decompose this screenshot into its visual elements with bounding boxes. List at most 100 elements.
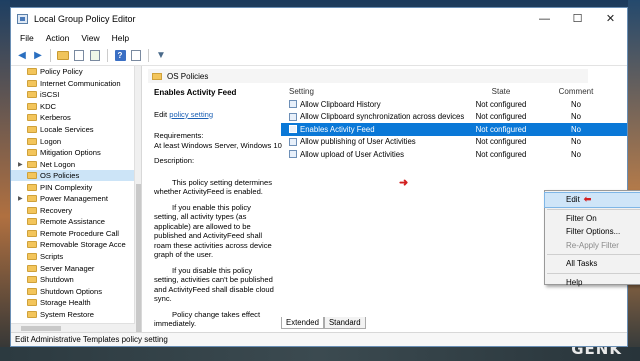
tree-item[interactable]: Internet Communication (11, 78, 135, 90)
tree-vertical-scrollbar[interactable] (134, 66, 141, 332)
status-bar: Edit Administrative Templates policy set… (11, 332, 627, 346)
close-button[interactable]: ✕ (594, 8, 627, 29)
tree-item[interactable]: Recovery (11, 205, 135, 217)
tree-item-label: Policy Policy (40, 67, 83, 77)
menu-item-edit[interactable]: Edit ⬅ (544, 192, 640, 208)
menu-item-filter-on[interactable]: Filter On (545, 212, 640, 226)
filter-icon[interactable]: ▼ (154, 49, 168, 63)
tree-item-label: System Restore (40, 309, 95, 319)
setting-cell: Allow Clipboard History (281, 100, 467, 109)
tree-item[interactable]: Scripts (11, 251, 135, 263)
folder-icon (27, 183, 37, 191)
tree-item[interactable]: Locale Services (11, 124, 135, 136)
tree-item-label: OS Policies (40, 171, 80, 181)
tree-item[interactable]: ▶ Power Management (11, 193, 135, 205)
minimize-button[interactable]: — (528, 8, 561, 29)
tree-item[interactable]: Mitigation Options (11, 147, 135, 159)
desktop-background-bottom (0, 347, 640, 361)
setting-name: Allow Clipboard History (300, 99, 381, 109)
tree-item[interactable]: ▶ Net Logon (11, 158, 135, 170)
tree-item[interactable]: Server Manager (11, 262, 135, 274)
settings-row[interactable]: Allow Clipboard synchronization across d… (281, 111, 627, 124)
tree-item-label: Kerberos (40, 113, 71, 123)
tree-item[interactable]: System Restore (11, 308, 135, 320)
tree-item-label: Net Logon (40, 159, 76, 169)
desktop-background-left (0, 0, 10, 361)
tree-horizontal-scrollbar[interactable] (11, 323, 135, 332)
view-tabs: Extended Standard (281, 317, 366, 329)
tree-item[interactable]: Removable Storage Acce (11, 239, 135, 251)
menu-item-label: Filter Options... (566, 227, 621, 237)
policy-setting-icon (289, 112, 297, 121)
tree-item[interactable]: OS Policies (11, 169, 135, 182)
tree-item[interactable]: PIN Complexity (11, 181, 135, 193)
help-icon[interactable]: ? (113, 49, 127, 63)
state-cell: Not configured (475, 137, 527, 147)
tab-standard[interactable]: Standard (323, 317, 366, 329)
tree-item[interactable]: Logon (11, 135, 135, 147)
window-title: Local Group Policy Editor (34, 13, 136, 24)
policy-setting-icon (289, 137, 297, 146)
column-header-setting[interactable]: Setting (281, 87, 467, 96)
toolbar-divider (148, 49, 149, 62)
tree-item[interactable]: KDC (11, 101, 135, 113)
policy-setting-icon (289, 125, 297, 134)
folder-icon (27, 68, 37, 76)
menu-item-all-tasks[interactable]: All Tasks› (545, 257, 640, 271)
folder-up-icon[interactable] (56, 49, 70, 63)
menu-view[interactable]: View (75, 33, 105, 43)
tree-item[interactable]: Shutdown Options (11, 285, 135, 297)
comment-cell: No (571, 99, 581, 109)
export-list-icon[interactable] (88, 49, 102, 63)
folder-icon (27, 287, 37, 295)
settings-row[interactable]: Allow upload of User Activities Not confi… (281, 148, 627, 161)
comment-cell: No (571, 112, 581, 122)
folder-icon (27, 206, 37, 214)
tree-item[interactable]: Kerberos (11, 112, 135, 124)
tree-item-label: PIN Complexity (40, 182, 93, 192)
folder-icon (27, 172, 37, 180)
description-paragraph: If you disable this policy setting, acti… (154, 265, 274, 304)
tree-item[interactable]: Shutdown (11, 274, 135, 286)
back-arrow-icon[interactable]: ◀ (15, 49, 29, 63)
state-cell: Not configured (475, 124, 527, 134)
annotation-arrow-icon: ➜ (399, 177, 409, 189)
tree-item-label: Removable Storage Acce (40, 240, 126, 250)
column-header-comment[interactable]: Comment (535, 87, 627, 96)
tree-item[interactable]: Remote Procedure Call (11, 228, 135, 240)
description-paragraph: If you enable this policy setting, all a… (154, 202, 272, 260)
toolbar-divider (50, 49, 51, 62)
tree-item[interactable]: Storage Health (11, 297, 135, 309)
tree-item[interactable]: Remote Assistance (11, 216, 135, 228)
main-content: Policy Policy Internet Communication iSCSI… (11, 66, 640, 332)
column-header-state[interactable]: State (467, 87, 535, 96)
expand-chevron-icon[interactable]: ▶ (18, 161, 26, 168)
title-bar[interactable]: Local Group Policy Editor — ☐ ✕ (11, 8, 627, 29)
folder-icon (152, 72, 162, 80)
forward-arrow-icon[interactable]: ▶ (31, 49, 45, 63)
show-hide-tree-icon[interactable] (72, 49, 86, 63)
edit-policy-link[interactable]: policy setting (169, 110, 213, 119)
setting-name: Allow publishing of User Activities (300, 137, 416, 147)
maximize-button[interactable]: ☐ (561, 8, 594, 29)
menu-item-label: All Tasks (566, 259, 598, 269)
menu-help[interactable]: Help (106, 33, 135, 43)
settings-row[interactable]: Allow publishing of User Activities Not c… (281, 136, 627, 149)
settings-row[interactable]: Enables Activity Feed Not configured No (281, 123, 627, 136)
tree-item[interactable]: iSCSI (11, 89, 135, 101)
context-menu: Edit ⬅ Filter On Filter Options... Re-Apply … (544, 190, 640, 287)
menu-action[interactable]: Action (40, 33, 76, 43)
menu-item-help[interactable]: Help (545, 276, 640, 290)
tree-item-label: Storage Health (40, 298, 91, 308)
toolbar-divider (107, 49, 108, 62)
tree-item-label: Recovery (40, 205, 73, 215)
tree-item-label: iSCSI (40, 90, 60, 100)
tab-extended[interactable]: Extended (281, 317, 324, 329)
menu-file[interactable]: File (14, 33, 40, 43)
extended-view-header: OS Policies (148, 69, 588, 83)
tree-item[interactable]: Policy Policy (11, 66, 135, 78)
menu-item-filter-options[interactable]: Filter Options... (545, 225, 640, 239)
expand-chevron-icon[interactable]: ▶ (18, 195, 26, 202)
properties-icon[interactable] (129, 49, 143, 63)
settings-row[interactable]: Allow Clipboard History Not configured No (281, 98, 627, 111)
